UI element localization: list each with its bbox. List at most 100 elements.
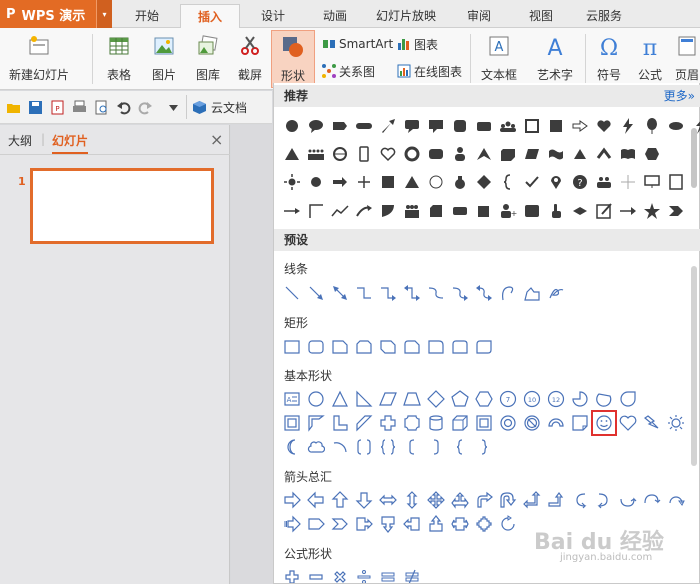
folded-corner-shape[interactable] bbox=[568, 411, 592, 435]
block-arrow-right-shape[interactable] bbox=[568, 114, 592, 138]
quad-arrow-callout-shape[interactable] bbox=[472, 512, 496, 536]
money-bag-shape[interactable] bbox=[448, 170, 472, 194]
book-shape[interactable] bbox=[616, 142, 640, 166]
round-same-side-rect-shape[interactable] bbox=[448, 335, 472, 359]
frame-outline-shape[interactable] bbox=[280, 411, 304, 435]
diamond-outline-shape[interactable] bbox=[424, 387, 448, 411]
up-arrow-callout-shape[interactable] bbox=[424, 512, 448, 536]
left-up-arrow-shape[interactable] bbox=[520, 488, 544, 512]
striped-arrow-shape[interactable] bbox=[328, 170, 352, 194]
curved-right-arrow-shape[interactable] bbox=[568, 488, 592, 512]
thin-arrow-shape[interactable] bbox=[616, 199, 640, 223]
multiply-sign-shape[interactable] bbox=[328, 565, 352, 583]
hexagon-outline-shape[interactable] bbox=[472, 387, 496, 411]
iso-triangle-shape[interactable] bbox=[400, 170, 424, 194]
building-shape[interactable] bbox=[664, 170, 688, 194]
left-bracket-shape[interactable] bbox=[400, 435, 424, 459]
circular-arrow-outline-shape[interactable] bbox=[496, 512, 520, 536]
can-shape[interactable] bbox=[424, 411, 448, 435]
donut-shape[interactable] bbox=[400, 142, 424, 166]
sun-shape[interactable] bbox=[280, 170, 304, 194]
symbol-button[interactable]: Ω 符号 bbox=[589, 30, 629, 88]
diamond-arrow-shape[interactable] bbox=[568, 199, 592, 223]
location-pin-shape[interactable] bbox=[544, 170, 568, 194]
print-preview-icon[interactable] bbox=[94, 100, 109, 115]
tab-slideshow[interactable]: 幻灯片放映 bbox=[372, 4, 440, 28]
rounded-box-shape[interactable] bbox=[520, 199, 544, 223]
down-arrow-shape[interactable] bbox=[352, 488, 376, 512]
curved-up-arrow-shape[interactable] bbox=[616, 488, 640, 512]
line-shape[interactable] bbox=[280, 281, 304, 305]
curved-arrow-shape[interactable] bbox=[352, 199, 376, 223]
app-menu-button[interactable]: P WPS 演示 ▾ bbox=[0, 0, 112, 28]
curved-connector-shape[interactable] bbox=[424, 281, 448, 305]
bent-arrow-shape[interactable] bbox=[472, 488, 496, 512]
new-slide-button[interactable]: 新建幻灯片 bbox=[6, 30, 72, 88]
right-arrow-shape[interactable] bbox=[280, 488, 304, 512]
up-arrow-shape[interactable] bbox=[328, 488, 352, 512]
lightning-outline-shape[interactable] bbox=[640, 411, 664, 435]
header-footer-button[interactable]: 页眉 bbox=[674, 30, 700, 88]
textbox-button[interactable]: A 文本框 bbox=[475, 30, 523, 88]
tab-outline[interactable]: 大纲 bbox=[8, 132, 32, 149]
scribble-shape[interactable] bbox=[544, 281, 568, 305]
chevron-up-shape[interactable] bbox=[592, 142, 616, 166]
bevel-shape[interactable] bbox=[472, 411, 496, 435]
preset-scrollbar[interactable] bbox=[691, 266, 697, 466]
triangle-small-shape[interactable] bbox=[568, 142, 592, 166]
table-button[interactable]: 表格 bbox=[98, 30, 140, 88]
left-brace-shape[interactable] bbox=[496, 170, 520, 194]
double-bracket-shape[interactable] bbox=[352, 435, 376, 459]
teardrop-shape[interactable] bbox=[616, 387, 640, 411]
monitor-shape[interactable] bbox=[640, 170, 664, 194]
slide-thumbnail[interactable] bbox=[30, 168, 214, 244]
speech-bubble-shape[interactable] bbox=[304, 114, 328, 138]
smartart-button[interactable]: SmartArt bbox=[322, 34, 393, 54]
heart-outline-shape[interactable] bbox=[376, 142, 400, 166]
cube-shape[interactable] bbox=[448, 411, 472, 435]
people-group-shape[interactable] bbox=[496, 114, 520, 138]
circle-shape[interactable] bbox=[280, 114, 304, 138]
right-triangle-shape[interactable] bbox=[352, 387, 376, 411]
rounded-square-shape[interactable] bbox=[424, 142, 448, 166]
arc-shape[interactable] bbox=[328, 435, 352, 459]
pentagon-outline-shape[interactable] bbox=[304, 512, 328, 536]
rectangle-shape[interactable] bbox=[544, 114, 568, 138]
cut-square-shape[interactable] bbox=[424, 199, 448, 223]
team-shape[interactable] bbox=[400, 199, 424, 223]
star-shape[interactable] bbox=[640, 199, 664, 223]
heptagon-shape[interactable]: 7 bbox=[496, 387, 520, 411]
striped-right-arrow-shape[interactable] bbox=[280, 512, 304, 536]
ellipse-shape[interactable] bbox=[664, 114, 688, 138]
quad-arrow-shape[interactable] bbox=[424, 488, 448, 512]
wordart-button[interactable]: A 艺术字 bbox=[529, 30, 581, 88]
left-right-up-arrow-shape[interactable] bbox=[448, 488, 472, 512]
curved-down-arrow-shape[interactable] bbox=[640, 488, 664, 512]
circle-filled-shape[interactable] bbox=[304, 170, 328, 194]
plus-shape[interactable] bbox=[352, 170, 376, 194]
minus-sign-shape[interactable] bbox=[304, 565, 328, 583]
flag-shape[interactable] bbox=[376, 199, 400, 223]
curved-arrow-connector-shape[interactable] bbox=[448, 281, 472, 305]
edit-box-shape[interactable] bbox=[592, 199, 616, 223]
decagon-shape[interactable]: 10 bbox=[520, 387, 544, 411]
rounded-rect-shape[interactable] bbox=[472, 114, 496, 138]
picture-button[interactable]: 图片 bbox=[143, 30, 185, 88]
close-icon[interactable]: × bbox=[210, 130, 223, 149]
curved-left-arrow-shape[interactable] bbox=[592, 488, 616, 512]
tab-review[interactable]: 审阅 bbox=[456, 4, 502, 28]
add-user-shape[interactable]: + bbox=[496, 199, 520, 223]
undo-icon[interactable] bbox=[116, 100, 131, 115]
donut-outline-shape[interactable] bbox=[496, 411, 520, 435]
hexagon-shape[interactable] bbox=[640, 142, 664, 166]
circle-outline-shape[interactable] bbox=[424, 170, 448, 194]
wave-shape[interactable] bbox=[544, 142, 568, 166]
snip-single-corner-rect-shape[interactable] bbox=[328, 335, 352, 359]
formula-button[interactable]: π 公式 bbox=[632, 30, 668, 88]
cross-shape[interactable] bbox=[376, 411, 400, 435]
regular-pentagon-shape[interactable] bbox=[448, 387, 472, 411]
trapezoid-shape[interactable] bbox=[400, 387, 424, 411]
redo-icon[interactable] bbox=[138, 100, 153, 115]
textbox-shape[interactable]: A bbox=[280, 387, 304, 411]
elbow-connector-shape[interactable] bbox=[352, 281, 376, 305]
